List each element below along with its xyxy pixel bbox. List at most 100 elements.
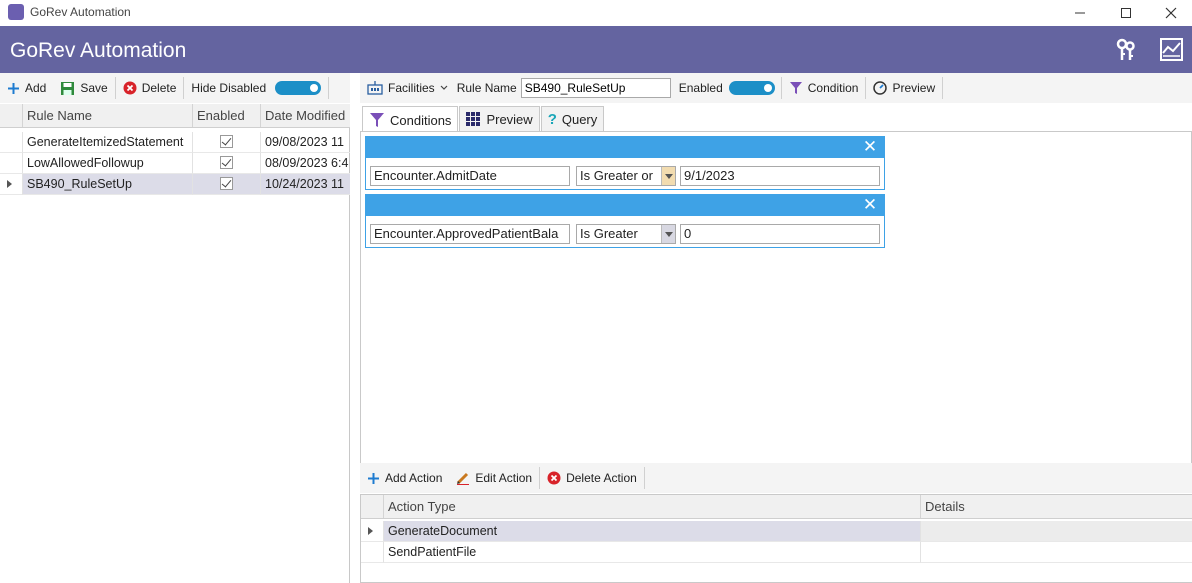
add-rule-label: Add [25, 81, 47, 95]
toolbar-divider [942, 77, 944, 99]
chart-icon[interactable] [1159, 37, 1185, 63]
current-row-arrow-icon [7, 180, 12, 188]
rule-date-cell: 08/09/2023 6:4 [261, 153, 350, 174]
keys-icon[interactable] [1113, 37, 1139, 63]
condition-operator-value: Is Greater [580, 226, 638, 241]
row-header-corner [361, 495, 384, 518]
hide-disabled-control: Hide Disabled [184, 76, 328, 100]
facilities-icon [367, 81, 383, 95]
app-logo-icon [8, 4, 24, 20]
tab-conditions-label: Conditions [390, 112, 452, 128]
plus-icon [8, 82, 19, 94]
edit-action-button[interactable]: Edit Action [449, 466, 539, 490]
close-icon[interactable] [1148, 0, 1192, 26]
table-row[interactable]: LowAllowedFollowup 08/09/2023 6:4 [0, 153, 350, 174]
rule-name-cell: GenerateItemizedStatement [23, 132, 193, 153]
condition-operator-select[interactable]: Is Greater [576, 224, 676, 244]
conditions-panel: ✕ Encounter.AdmitDate Is Greater or 9/1/… [360, 131, 1192, 480]
remove-condition-icon[interactable]: ✕ [862, 196, 878, 214]
table-row[interactable]: SendPatientFile [361, 542, 1192, 563]
app-title: GoRev Automation [10, 39, 187, 62]
pencil-icon [457, 472, 470, 485]
column-header-rule-name[interactable]: Rule Name [23, 104, 193, 127]
action-details-cell [921, 521, 1192, 542]
enabled-checkbox[interactable] [220, 135, 233, 148]
rule-name-input[interactable] [520, 78, 671, 98]
condition-operator-select[interactable]: Is Greater or [576, 166, 676, 186]
row-indicator [0, 153, 23, 174]
preview-button[interactable]: Preview [866, 76, 942, 100]
hide-disabled-label: Hide Disabled [191, 81, 267, 95]
rule-name-cell: LowAllowedFollowup [23, 153, 193, 174]
column-header-details[interactable]: Details [921, 495, 1192, 518]
current-row-arrow-icon [368, 527, 373, 535]
minimize-icon[interactable] [1057, 0, 1103, 26]
tab-conditions[interactable]: Conditions [362, 106, 459, 133]
grid-icon [466, 112, 481, 126]
row-header-corner [0, 104, 23, 127]
dropdown-arrow-icon[interactable] [661, 225, 675, 243]
tab-preview[interactable]: Preview [459, 106, 540, 132]
condition-operator-value: Is Greater or [580, 168, 653, 183]
tab-query[interactable]: ? Query [540, 106, 605, 132]
chevron-down-icon [440, 85, 448, 90]
condition-value-input[interactable]: 9/1/2023 [680, 166, 880, 186]
row-indicator [0, 132, 23, 153]
delete-action-label: Delete Action [566, 471, 637, 485]
preview-gauge-icon [873, 81, 888, 95]
tab-preview-label: Preview [486, 112, 533, 127]
row-indicator [0, 174, 23, 195]
add-condition-button[interactable]: Condition [782, 76, 866, 100]
facilities-label: Facilities [388, 81, 435, 95]
add-action-label: Add Action [385, 471, 443, 485]
condition-header-bar: ✕ [366, 195, 884, 216]
facilities-dropdown[interactable]: Facilities [360, 76, 455, 100]
condition-field-input[interactable]: Encounter.AdmitDate [370, 166, 570, 186]
dropdown-arrow-icon[interactable] [661, 167, 675, 185]
save-rule-button[interactable]: Save [53, 76, 114, 100]
edit-action-label: Edit Action [475, 471, 533, 485]
rule-name-label: Rule Name [456, 81, 517, 95]
table-row-selected[interactable]: SB490_RuleSetUp 10/24/2023 11 [0, 174, 350, 195]
enabled-label: Enabled [678, 81, 723, 95]
enabled-checkbox[interactable] [220, 156, 233, 169]
maximize-icon[interactable] [1103, 0, 1149, 26]
toolbar-divider [643, 467, 645, 489]
table-row-selected[interactable]: GenerateDocument [361, 521, 1192, 542]
condition-field-input[interactable]: Encounter.ApprovedPatientBala [370, 224, 570, 244]
delete-action-button[interactable]: Delete Action [540, 466, 644, 490]
hide-disabled-toggle[interactable] [275, 81, 322, 95]
enabled-toggle[interactable] [728, 81, 775, 95]
condition-block: ✕ Encounter.ApprovedPatientBala Is Great… [365, 194, 885, 248]
plus-icon [368, 472, 379, 484]
row-indicator [361, 542, 384, 563]
add-action-button[interactable]: Add Action [360, 466, 449, 490]
remove-condition-icon[interactable]: ✕ [862, 138, 878, 156]
delete-icon [123, 81, 137, 95]
filter-icon [789, 82, 802, 94]
rules-toolbar: Add Save Delete Hide Disabled [0, 73, 350, 103]
add-rule-button[interactable]: Add [0, 76, 53, 100]
question-icon: ? [547, 111, 557, 128]
filter-icon [370, 113, 384, 127]
delete-rule-label: Delete [141, 81, 177, 95]
column-header-date-modified[interactable]: Date Modified [261, 104, 350, 127]
actions-toolbar: Add Action Edit Action Delete Action [360, 463, 1192, 493]
rule-enabled-cell [193, 174, 261, 195]
action-type-cell: SendPatientFile [384, 542, 921, 563]
window-titlebar: GoRev Automation [0, 0, 1192, 26]
actions-panel: Action Type Details GenerateDocument Sen… [360, 494, 1192, 583]
action-type-cell: GenerateDocument [384, 521, 921, 542]
column-header-enabled[interactable]: Enabled [193, 104, 261, 127]
app-header: GoRev Automation [0, 26, 1192, 73]
rule-enabled-cell [193, 153, 261, 174]
tab-query-label: Query [561, 112, 598, 127]
column-header-action-type[interactable]: Action Type [384, 495, 921, 518]
enabled-checkbox[interactable] [220, 177, 233, 190]
table-row[interactable]: GenerateItemizedStatement 09/08/2023 11 [0, 132, 350, 153]
delete-rule-button[interactable]: Delete [116, 76, 184, 100]
condition-value-input[interactable]: 0 [680, 224, 880, 244]
rule-date-cell: 09/08/2023 11 [261, 132, 350, 153]
rule-name-cell: SB490_RuleSetUp [23, 174, 193, 195]
rules-panel: Rule Name Enabled Date Modified Generate… [0, 104, 350, 583]
